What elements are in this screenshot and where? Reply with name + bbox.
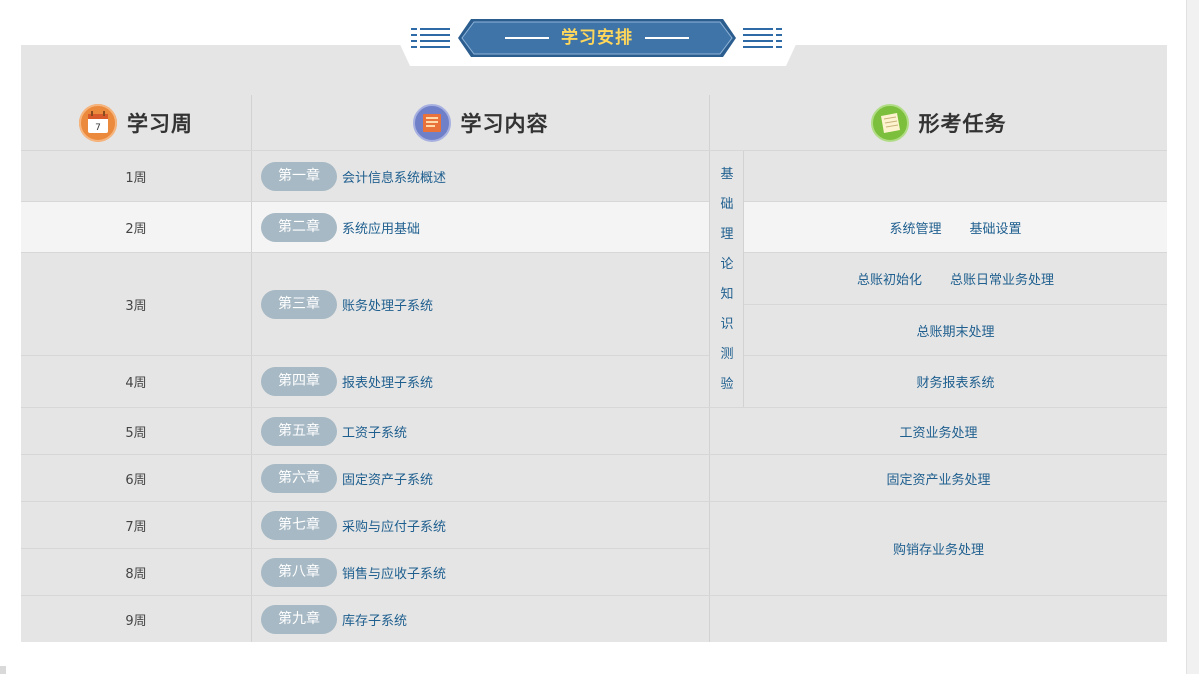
basic-theory-char: 础 (720, 197, 734, 212)
chapter-badge: 第九章 (261, 604, 337, 634)
book-icon (412, 104, 451, 142)
corner-mark (0, 666, 6, 674)
week-cell: 3周 (125, 298, 147, 314)
task-link-gl-init[interactable]: 总账初始化 (857, 269, 922, 288)
basic-theory-char: 基 (720, 167, 734, 182)
chapter-badge: 第四章 (261, 367, 337, 396)
task-link-financial-reports[interactable]: 财务报表系统 (916, 372, 994, 391)
week-cell: 1周 (125, 170, 147, 186)
week-cell: 9周 (125, 613, 147, 629)
banner-title: 学习安排 (561, 28, 633, 48)
chapter-badge: 第七章 (261, 510, 337, 540)
chapter-row[interactable]: 第九章 库存子系统 (252, 596, 709, 642)
chapter-row[interactable]: 第五章 工资子系统 (252, 408, 709, 454)
chapter-badge: 第六章 (261, 463, 337, 493)
week-cell: 6周 (125, 472, 147, 488)
chapter-row[interactable]: 第四章 报表处理子系统 (252, 356, 709, 407)
week-cell: 8周 (125, 566, 147, 582)
basic-theory-char: 知 (720, 287, 734, 302)
chapter-badge: 第五章 (261, 416, 337, 446)
chapter-link[interactable]: 库存子系统 (342, 610, 407, 629)
task-link-system-mgmt[interactable]: 系统管理 (889, 218, 941, 237)
chapter-badge: 第三章 (261, 289, 337, 319)
task-cell: 财务报表系统 (744, 356, 1167, 407)
chapter-link[interactable]: 报表处理子系统 (342, 372, 433, 391)
week-cell: 5周 (125, 425, 147, 441)
week-cell: 2周 (125, 221, 147, 237)
task-link-gl-period-end[interactable]: 总账期末处理 (916, 321, 994, 340)
task-cell: 购销存业务处理 (710, 502, 1167, 595)
chapter-link[interactable]: 固定资产子系统 (342, 469, 433, 488)
chapter-link[interactable]: 销售与应收子系统 (342, 563, 446, 582)
task-link-fixed-assets[interactable]: 固定资产业务处理 (886, 469, 990, 488)
task-link-payroll[interactable]: 工资业务处理 (899, 422, 977, 441)
svg-text:7: 7 (95, 123, 101, 133)
task-cell: 系统管理 基础设置 (744, 202, 1167, 252)
chapter-link[interactable]: 系统应用基础 (342, 218, 420, 237)
basic-theory-char: 验 (720, 377, 734, 392)
task-cell: 固定资产业务处理 (710, 455, 1167, 501)
chapter-link[interactable]: 采购与应付子系统 (342, 516, 446, 535)
header-tasks-label: 形考任务 (918, 112, 1007, 136)
chapter-row[interactable]: 第六章 固定资产子系统 (252, 455, 709, 501)
scrollbar-track[interactable] (1186, 0, 1199, 674)
notepad-icon (870, 104, 909, 142)
chapter-link[interactable]: 账务处理子系统 (342, 295, 433, 314)
task-cell: 总账期末处理 (744, 305, 1167, 355)
calendar-icon: 7 (79, 104, 117, 142)
header-week-label: 学习周 (127, 112, 193, 136)
header-content: 学习内容 (252, 95, 709, 151)
chapter-row[interactable]: 第一章 会计信息系统概述 (252, 151, 709, 201)
chapter-row[interactable]: 第二章 系统应用基础 (252, 202, 709, 252)
chapter-row[interactable]: 第八章 销售与应收子系统 (252, 549, 709, 595)
chapter-link[interactable]: 工资子系统 (342, 422, 407, 441)
task-link-gl-daily[interactable]: 总账日常业务处理 (950, 269, 1054, 288)
chapter-row[interactable]: 第三章 账务处理子系统 (252, 253, 709, 355)
basic-theory-char: 论 (720, 257, 734, 272)
banner-stripes-right (743, 28, 783, 50)
basic-theory-char: 理 (720, 227, 734, 242)
basic-theory-char: 测 (720, 347, 734, 362)
task-cell: 工资业务处理 (710, 408, 1167, 454)
chapter-badge: 第二章 (261, 212, 337, 242)
task-link-basic-setup[interactable]: 基础设置 (970, 218, 1022, 237)
chapter-row[interactable]: 第七章 采购与应付子系统 (252, 502, 709, 548)
basic-theory-test-label[interactable]: 基 础 理 论 知 识 测 验 (712, 160, 742, 400)
week-cell: 4周 (125, 376, 147, 391)
chapter-badge: 第八章 (261, 557, 337, 587)
header-tasks: 形考任务 (710, 95, 1167, 151)
task-link-purchase-sales-inventory[interactable]: 购销存业务处理 (893, 539, 984, 558)
basic-theory-char: 识 (720, 317, 734, 332)
week-cell: 7周 (125, 519, 147, 535)
task-cell: 总账初始化 总账日常业务处理 (744, 253, 1167, 304)
header-week: 7 学习周 (21, 95, 251, 151)
banner-stripes-left (411, 28, 451, 50)
chapter-link[interactable]: 会计信息系统概述 (342, 167, 446, 186)
chapter-badge: 第一章 (261, 161, 337, 191)
header-content-label: 学习内容 (460, 112, 549, 136)
